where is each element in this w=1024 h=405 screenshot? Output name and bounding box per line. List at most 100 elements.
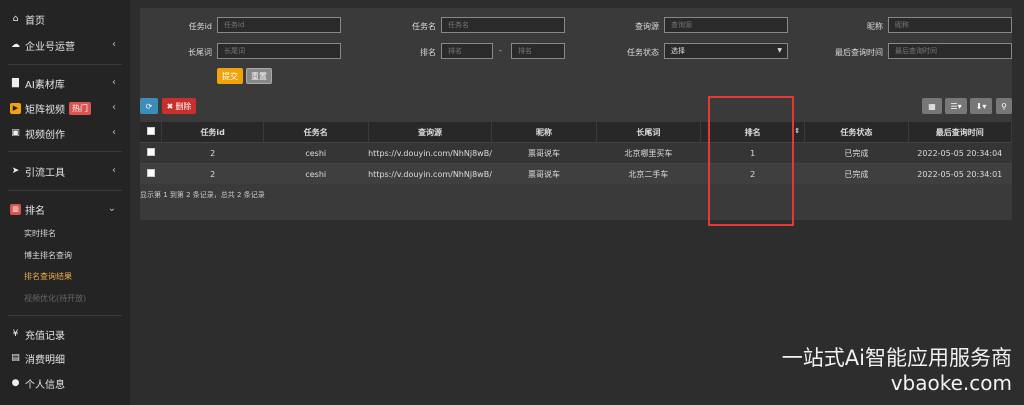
sub-rank-results[interactable]: 排名查询结果 — [24, 271, 72, 282]
cell: 2 — [161, 163, 264, 184]
cell: https://v.douyin.com/NhNj8wB/ — [368, 163, 492, 184]
chevron-left-icon: ‹ — [112, 165, 116, 176]
sub-blogger-rank[interactable]: 博主排名查询 — [24, 250, 72, 261]
col-source[interactable]: 查询源 — [368, 122, 493, 143]
chevron-down-icon: ⌄ — [107, 203, 116, 214]
table-row[interactable]: 2 ceshi https://v.douyin.com/NhNj8wB/ 票哥… — [140, 163, 1012, 184]
select-all-header[interactable] — [140, 122, 163, 143]
refresh-icon: ⟳ — [145, 101, 153, 111]
task-id-label: 任务id — [188, 22, 212, 31]
nav-ai-library[interactable]: ▇ AI素材库 ‹ — [10, 74, 128, 92]
col-task-id[interactable]: 任务id — [161, 122, 264, 143]
cell: 已完成 — [804, 163, 909, 184]
home-icon: ⌂ — [12, 14, 19, 24]
col-nickname[interactable]: 昵称 — [491, 122, 597, 143]
longtail-label: 长尾词 — [188, 48, 212, 57]
hot-badge: 热门 — [69, 101, 91, 115]
cell: https://v.douyin.com/NhNj8wB/ — [368, 142, 492, 164]
status-label: 任务状态 — [627, 48, 659, 57]
last-query-input[interactable]: 最后查询时间 — [888, 43, 1012, 59]
status-select[interactable]: 选择 ▼ — [664, 43, 788, 59]
divider — [8, 151, 122, 152]
chevron-left-icon: ‹ — [112, 77, 116, 88]
cell: 2022-05-05 20:34:01 — [908, 163, 1012, 184]
cell: 2 — [161, 142, 264, 164]
watermark-domain: vbaoke.com — [890, 371, 1012, 395]
pagination-summary: 显示第 1 到第 2 条记录，总共 2 条记录 — [140, 191, 265, 199]
search-icon: ⚲ — [1001, 101, 1007, 111]
sidebar: ⌂ 首页 ☁ 企业号运营 ‹ ▇ AI素材库 ‹ ▶ 矩阵视频 热门 ‹ ▣ 视频创作 ‹ ➤ 引流工… — [0, 0, 130, 405]
cell: 票哥说车 — [491, 142, 597, 164]
task-name-input[interactable]: 任务名 — [441, 17, 565, 33]
search-panel: 任务id 任务id 任务名 任务名 查询源 查询源 昵称 昵称 长尾词 长尾词 … — [140, 8, 1012, 220]
nav-home[interactable]: ⌂ 首页 — [10, 10, 128, 28]
nickname-label: 昵称 — [867, 22, 883, 31]
yen-icon: ¥ — [12, 329, 19, 339]
rank-separator: - — [499, 46, 502, 55]
user-icon: ● — [11, 378, 20, 388]
submit-button[interactable]: 提交 — [217, 68, 243, 84]
task-id-input[interactable]: 任务id — [217, 17, 341, 33]
divider — [8, 315, 122, 316]
columns-button[interactable]: ☰▾ — [945, 98, 967, 114]
nav-consumption[interactable]: ▤ 消费明细 — [10, 349, 128, 367]
chevron-left-icon: ‹ — [112, 127, 116, 138]
checkbox[interactable] — [146, 127, 155, 135]
chart-icon: ▥ — [10, 203, 21, 215]
longtail-input[interactable]: 长尾词 — [217, 43, 341, 59]
col-task-name[interactable]: 任务名 — [263, 122, 369, 143]
folder-icon: ▇ — [12, 78, 19, 88]
sort-icon[interactable]: ⇕ — [794, 127, 800, 135]
trash-icon: ✖ — [166, 101, 174, 111]
rank-to-input[interactable]: 排名 — [511, 43, 565, 59]
send-icon: ➤ — [11, 166, 20, 176]
nav-video-create[interactable]: ▣ 视频创作 ‹ — [10, 124, 128, 142]
rank-label: 排名 — [420, 48, 436, 57]
table-row[interactable]: 2 ceshi https://v.douyin.com/NhNj8wB/ 票哥… — [140, 142, 1012, 164]
highlight-box — [708, 96, 794, 226]
cell: 2022-05-05 20:34:04 — [908, 142, 1012, 164]
export-button[interactable]: ⬇▾ — [970, 98, 992, 114]
nav-ranking[interactable]: ▥ 排名 ⌄ — [10, 200, 128, 218]
cloud-icon: ☁ — [11, 40, 20, 50]
nav-traffic-tools[interactable]: ➤ 引流工具 ‹ — [10, 162, 128, 180]
nav-recharge[interactable]: ¥ 充值记录 — [10, 325, 128, 343]
col-status[interactable]: 任务状态 — [804, 122, 909, 143]
grid-icon: ▦ — [928, 101, 936, 111]
film-icon: ▣ — [11, 128, 20, 138]
cell: 票哥说车 — [491, 163, 597, 184]
reset-button[interactable]: 重置 — [246, 68, 272, 84]
checkbox[interactable] — [146, 148, 155, 156]
sub-realtime-rank[interactable]: 实时排名 — [24, 228, 56, 239]
user-icon: ⬇▾ — [975, 101, 987, 111]
source-input[interactable]: 查询源 — [664, 17, 788, 33]
row-checkbox[interactable] — [140, 163, 162, 184]
delete-button[interactable]: ✖ 删除 — [162, 98, 196, 114]
cell: 已完成 — [804, 142, 909, 164]
table-view-button[interactable]: ▦ — [922, 98, 942, 114]
search-button[interactable]: ⚲ — [996, 98, 1012, 114]
cell: 北京哪里买车 — [596, 142, 701, 164]
watermark-slogan: 一站式Ai智能应用服务商 — [781, 346, 1012, 370]
chevron-left-icon: ‹ — [112, 39, 116, 50]
sub-video-optimize: 视频优化(待开放) — [24, 294, 87, 303]
nickname-input[interactable]: 昵称 — [888, 17, 1012, 33]
col-longtail[interactable]: 长尾词 — [596, 122, 701, 143]
caret-down-icon: ▼ — [777, 47, 782, 54]
col-last-query[interactable]: 最后查询时间 — [908, 122, 1013, 143]
source-label: 查询源 — [635, 22, 659, 31]
list-icon: ☰▾ — [950, 101, 962, 111]
nav-matrix-video[interactable]: ▶ 矩阵视频 热门 ‹ — [10, 99, 128, 117]
rank-from-input[interactable]: 排名 — [441, 43, 493, 59]
money-icon: ▤ — [11, 353, 20, 363]
cell: ceshi — [263, 142, 369, 164]
refresh-button[interactable]: ⟳ — [140, 98, 158, 114]
cell: 北京二手车 — [596, 163, 701, 184]
nav-enterprise[interactable]: ☁ 企业号运营 ‹ — [10, 36, 128, 54]
checkbox[interactable] — [146, 169, 155, 177]
video-icon: ▶ — [10, 102, 21, 114]
cell: ceshi — [263, 163, 369, 184]
nav-profile[interactable]: ● 个人信息 — [10, 374, 128, 392]
divider — [8, 64, 122, 65]
row-checkbox[interactable] — [140, 142, 162, 164]
